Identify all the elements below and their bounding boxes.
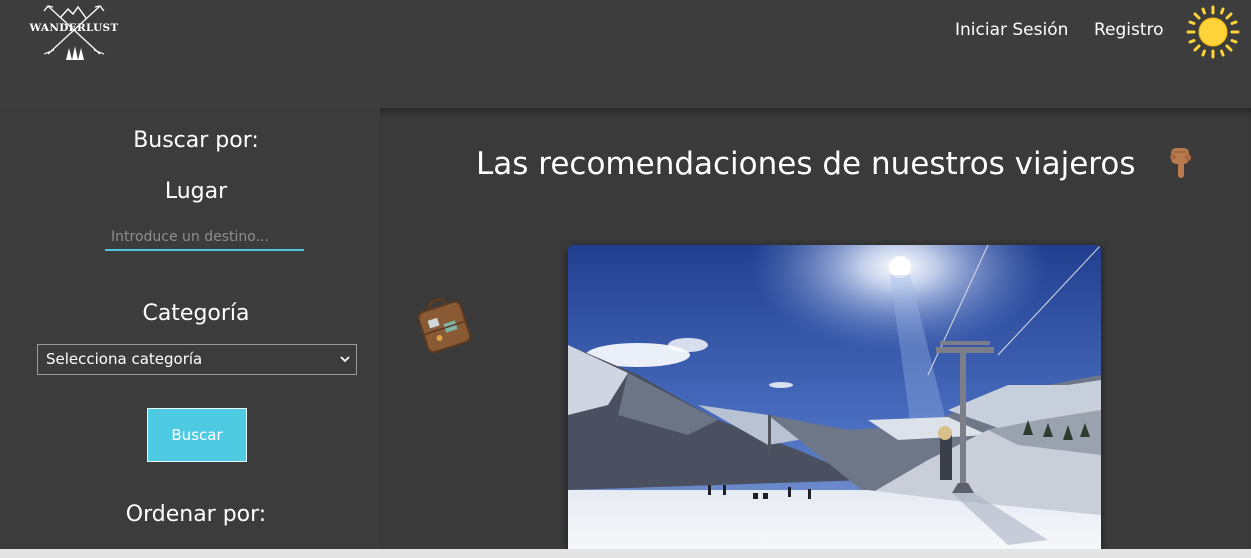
recommendation-photo[interactable] bbox=[568, 245, 1101, 550]
destination-input[interactable] bbox=[105, 225, 304, 251]
category-select-value: Selecciona categoría bbox=[46, 350, 203, 368]
pointing-down-hand-icon bbox=[1170, 148, 1191, 178]
sun-icon[interactable] bbox=[1186, 5, 1240, 59]
category-select[interactable]: Selecciona categoría bbox=[37, 344, 357, 375]
register-link[interactable]: Registro bbox=[1094, 20, 1164, 40]
ski-slope-photo bbox=[568, 245, 1101, 550]
logo[interactable]: WANDERLUST bbox=[26, 2, 122, 66]
sidebar: Buscar por: Lugar Categoría Selecciona c… bbox=[0, 108, 380, 558]
search-button[interactable]: Buscar bbox=[147, 408, 247, 462]
login-link[interactable]: Iniciar Sesión bbox=[955, 20, 1068, 40]
suitcase-icon bbox=[417, 298, 472, 354]
page-title: Las recomendaciones de nuestros viajeros bbox=[476, 146, 1136, 182]
place-label: Lugar bbox=[164, 179, 228, 204]
chevron-down-icon bbox=[340, 356, 350, 363]
search-heading: Buscar por: bbox=[133, 128, 259, 153]
sort-heading: Ordenar por: bbox=[125, 502, 267, 527]
category-label: Categoría bbox=[142, 301, 250, 326]
main-content: Las recomendaciones de nuestros viajeros bbox=[380, 108, 1251, 558]
header: WANDERLUST Iniciar Sesión Registro bbox=[0, 0, 1251, 108]
logo-text: WANDERLUST bbox=[29, 22, 119, 34]
horizontal-scrollbar[interactable] bbox=[0, 549, 1251, 558]
logo-crossed-arrows-icon bbox=[43, 5, 105, 60]
